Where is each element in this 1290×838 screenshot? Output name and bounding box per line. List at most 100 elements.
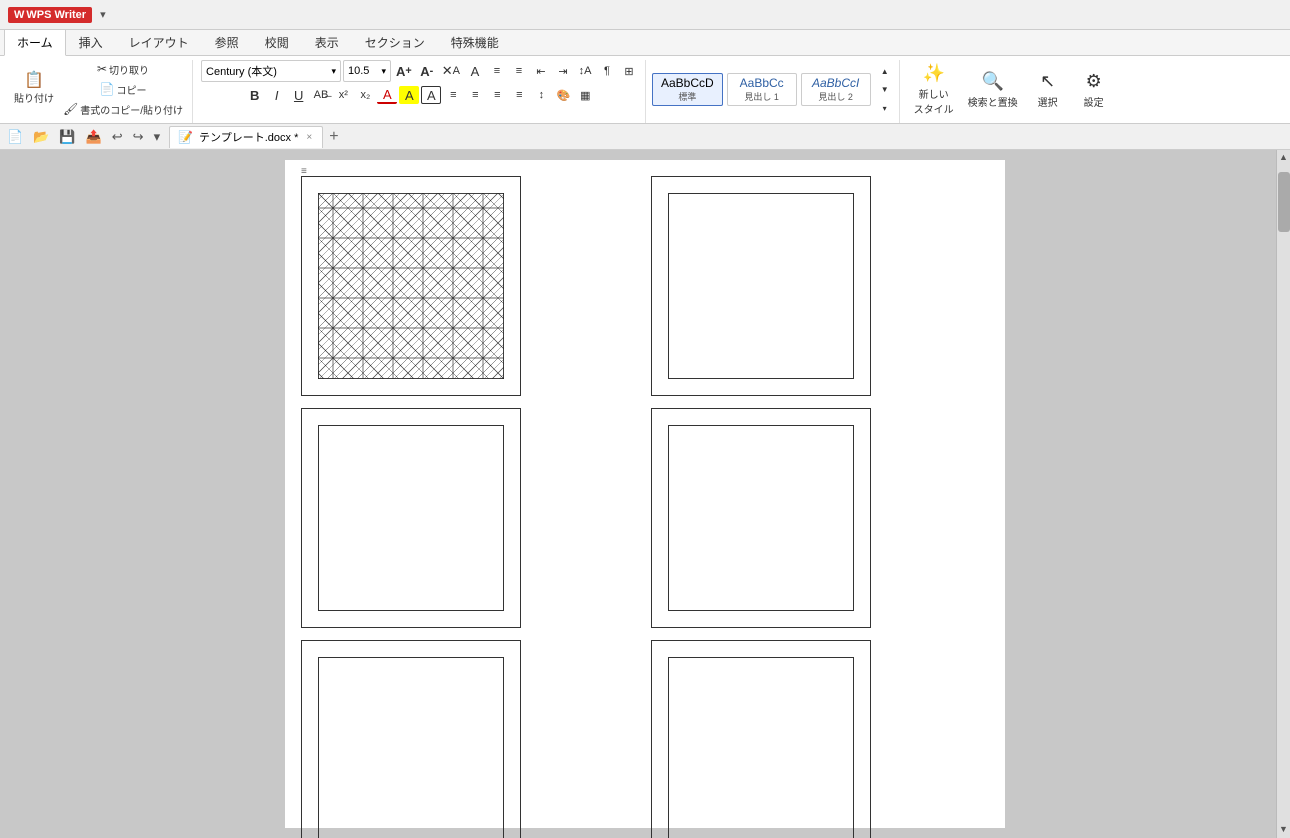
list2-button[interactable]: ≡: [509, 62, 529, 80]
borders-button[interactable]: ▦: [575, 86, 595, 104]
style-heading1-label: 見出し 1: [736, 90, 788, 103]
font-name-value: Century (本文): [206, 63, 277, 79]
card-4: [651, 408, 871, 628]
styles-section: AaBbCcD 標準 AaBbCc 見出し 1 AaBbCcI 見出し 2 ▲ …: [648, 60, 900, 123]
copy-button[interactable]: 📄 コピー: [60, 80, 186, 98]
document-area: ≡: [0, 150, 1290, 838]
align-right-button[interactable]: ≡: [487, 86, 507, 104]
logo-text: WPS Writer: [26, 9, 86, 21]
export-icon[interactable]: 📤: [83, 128, 105, 146]
font-color-button[interactable]: A: [377, 86, 397, 104]
format-copy-label: 書式のコピー/貼り付け: [80, 102, 183, 117]
superscript-button[interactable]: x²: [333, 86, 353, 104]
styles-scroll-up[interactable]: ▲: [875, 62, 895, 80]
list-button[interactable]: ≡: [487, 62, 507, 80]
styles-scroll-down[interactable]: ▼: [875, 81, 895, 99]
scrollbar-up[interactable]: ▲: [1277, 150, 1290, 164]
font-size-increase-button[interactable]: A+: [393, 62, 415, 80]
card-3: [301, 408, 521, 628]
font-name-box[interactable]: Century (本文) ▾: [201, 60, 341, 82]
tab-add-button[interactable]: +: [323, 129, 344, 145]
tab-view[interactable]: 表示: [302, 29, 352, 55]
strikethrough-button[interactable]: AB̶: [311, 86, 332, 104]
styles-expand[interactable]: ▾: [875, 99, 895, 117]
font-name-dropdown-icon: ▾: [331, 66, 336, 77]
align-left-button[interactable]: ≡: [443, 86, 463, 104]
title-dropdown[interactable]: ▾: [100, 8, 106, 21]
paste-label: 貼り付け: [14, 90, 54, 105]
font-size-box[interactable]: 10.5 ▾: [343, 60, 391, 82]
open-doc-icon[interactable]: 📂: [30, 128, 52, 146]
select-icon: ↖: [1040, 71, 1055, 92]
select-label: 選択: [1038, 94, 1058, 109]
redo-icon[interactable]: ↪: [130, 128, 147, 146]
select-button[interactable]: ↖ 選択: [1026, 69, 1070, 111]
card-3-inner: [318, 425, 504, 611]
scrollbar-thumb[interactable]: [1278, 172, 1290, 232]
indent-increase-button[interactable]: ⇥: [553, 62, 573, 80]
tab-references[interactable]: 参照: [202, 29, 252, 55]
tab-bar-dropdown-icon[interactable]: ▾: [151, 128, 164, 146]
new-doc-icon[interactable]: 📄: [4, 128, 26, 146]
italic-button[interactable]: I: [267, 86, 287, 104]
highlight-button[interactable]: A: [399, 86, 419, 104]
para-marks-button[interactable]: ¶: [597, 62, 617, 80]
search-replace-button[interactable]: 🔍 検索と置換: [962, 69, 1024, 111]
tab-review[interactable]: 校閲: [252, 29, 302, 55]
table-button[interactable]: ⊞: [619, 62, 639, 80]
format-copy-icon: 🖌: [63, 102, 78, 116]
style-heading2-label: 見出し 2: [810, 90, 862, 103]
settings-icon: ⚙: [1086, 71, 1102, 92]
align-justify-button[interactable]: ≡: [509, 86, 529, 104]
bold-button[interactable]: B: [245, 86, 265, 104]
font-row2: B I U AB̶ x² x₂ A A A ≡ ≡ ≡ ≡ ↕ 🎨 ▦: [245, 86, 596, 104]
card-2-inner: [668, 193, 854, 379]
copy-label: コピー: [116, 82, 146, 97]
line-spacing-button[interactable]: ↕: [531, 86, 551, 104]
tab-bar-icons: 📄 📂 💾 📤 ↩ ↪ ▾: [4, 128, 163, 146]
tab-home[interactable]: ホーム: [4, 29, 66, 56]
search-replace-label: 検索と置換: [968, 94, 1018, 109]
doc-tab-close[interactable]: ×: [304, 132, 314, 143]
tab-insert[interactable]: 挿入: [66, 29, 116, 55]
card-4-inner: [668, 425, 854, 611]
underline-button[interactable]: U: [289, 86, 309, 104]
scrollbar-down[interactable]: ▼: [1277, 822, 1290, 836]
align-center-button[interactable]: ≡: [465, 86, 485, 104]
indent-decrease-button[interactable]: ⇤: [531, 62, 551, 80]
search-icon: 🔍: [981, 71, 1003, 92]
tab-section[interactable]: セクション: [352, 29, 438, 55]
new-style-button[interactable]: ✨ 新しい スタイル: [908, 61, 960, 118]
style-heading1[interactable]: AaBbCc 見出し 1: [727, 73, 797, 106]
format-copy-button[interactable]: 🖌 書式のコピー/貼り付け: [60, 100, 186, 118]
tab-special[interactable]: 特殊機能: [438, 29, 512, 55]
card-5-inner: [318, 657, 504, 838]
font-misc-button[interactable]: A: [465, 62, 485, 80]
paste-button[interactable]: 📋 貼り付け: [10, 71, 58, 107]
style-standard[interactable]: AaBbCcD 標準: [652, 73, 723, 106]
sort-button[interactable]: ↕A: [575, 62, 595, 80]
cut-label: 切り取り: [109, 62, 149, 77]
font-size-decrease-button[interactable]: A-: [417, 62, 437, 80]
clear-format-button[interactable]: ✕A: [439, 62, 463, 80]
para-shading-button[interactable]: 🎨: [553, 86, 573, 104]
subscript-button[interactable]: x₂: [355, 86, 375, 104]
card-5: [301, 640, 521, 838]
new-style-label: 新しい スタイル: [914, 86, 954, 116]
save-doc-icon[interactable]: 💾: [56, 128, 78, 146]
style-heading1-sample: AaBbCc: [736, 76, 788, 90]
clipboard-top: 📋 貼り付け ✂ 切り取り 📄 コピー 🖌 書式のコピー/貼り付け: [10, 60, 186, 118]
card-6: [651, 640, 871, 838]
undo-icon[interactable]: ↩: [109, 128, 126, 146]
ribbon-tabs: ホーム 挿入 レイアウト 参照 校閲 表示 セクション 特殊機能: [0, 30, 1290, 56]
char-border-button[interactable]: A: [421, 86, 441, 104]
wps-logo[interactable]: W WPS Writer: [8, 7, 92, 23]
settings-button[interactable]: ⚙ 設定: [1072, 69, 1116, 111]
card-1-inner: [318, 193, 504, 379]
cut-button[interactable]: ✂ 切り取り: [60, 60, 186, 78]
actions-section: ✨ 新しい スタイル 🔍 検索と置換 ↖ 選択 ⚙ 設定: [902, 60, 1122, 123]
style-heading2[interactable]: AaBbCcI 見出し 2: [801, 73, 871, 106]
document-tab[interactable]: 📝 テンプレート.docx * ×: [169, 126, 323, 148]
doc-tab-name: テンプレート.docx *: [199, 129, 298, 145]
tab-layout[interactable]: レイアウト: [116, 29, 202, 55]
